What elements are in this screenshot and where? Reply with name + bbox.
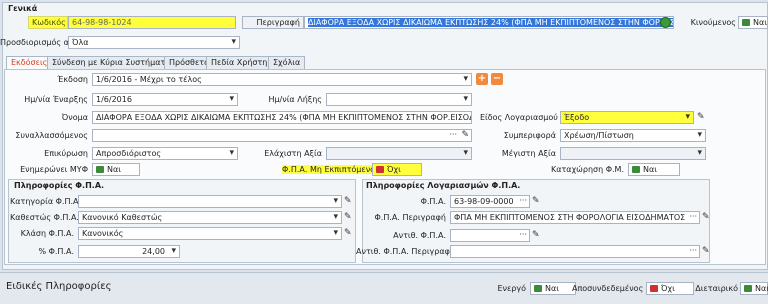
account-type-label: Είδος Λογαριασμού	[480, 113, 558, 122]
pencil-icon[interactable]: ✎	[344, 228, 352, 238]
fm-toggle[interactable]: Ναι	[628, 163, 680, 176]
pencil-icon[interactable]: ✎	[461, 130, 469, 140]
account-type-select[interactable]: Έξοδο	[560, 111, 694, 124]
behavior-label: Συμπεριφορά	[503, 131, 556, 140]
counter-vat-label: Αντιθ. Φ.Π.Α.	[393, 231, 446, 240]
thumb-down-icon	[376, 166, 384, 173]
add-edition-button[interactable]: +	[476, 73, 488, 85]
name-field[interactable]: ΔΙΑΦΟΡΑ ΕΞΟΔΑ ΧΩΡΙΣ ΔΙΚΑΙΩΜΑ ΕΚΠΤΩΣΗΣ 24…	[92, 111, 472, 124]
vat-class-select[interactable]: Κανονικός	[78, 227, 342, 240]
pencil-icon[interactable]: ✎	[702, 246, 710, 256]
vat-percent-select[interactable]: 24,00	[78, 245, 180, 258]
remove-edition-button[interactable]: −	[491, 73, 503, 85]
tab-user-fields[interactable]: Πεδία Χρήστη	[206, 56, 273, 69]
description-field[interactable]: ΔΙΑΦΟΡΑ ΕΞΟΔΑ ΧΩΡΙΣ ΔΙΚΑΙΩΜΑ ΕΚΠΤΩΣΗΣ 24…	[304, 16, 674, 29]
name-label: Όνομα	[61, 113, 88, 122]
nondeduct-toggle[interactable]: Όχι	[372, 163, 422, 176]
disconnected-toggle[interactable]: Όχι	[646, 282, 694, 295]
code-field[interactable]: 64-98-98-1024	[68, 16, 236, 29]
counter-vat-desc-field[interactable]: ···	[450, 245, 700, 258]
confirm-label: Επικύρωση	[44, 149, 88, 158]
start-date-label: Ημ/νία Έναρξης	[24, 95, 88, 104]
sign-select[interactable]: Όλα	[68, 36, 240, 49]
vat-account-label: Φ.Π.Α.	[420, 197, 446, 206]
tab-comments[interactable]: Σχόλια	[268, 56, 306, 69]
ellipsis-icon[interactable]: ···	[519, 196, 527, 206]
pencil-icon[interactable]: ✎	[697, 112, 705, 122]
vat-info-title: Πληροφορίες Φ.Π.Α.	[14, 181, 105, 190]
vat-desc-label: Φ.Π.Α. Περιγραφή	[374, 213, 446, 222]
nondeduct-label: Φ.Π.Α. Μη Εκπιπτόμενο	[282, 165, 376, 174]
min-value-field[interactable]	[326, 147, 472, 160]
vat-desc-field[interactable]: ΦΠΑ ΜΗ ΕΚΠΙΠΤΟΜΕΝΟΣ ΣΤΗ ΦΟΡΟΛΟΓΙΑ ΕΙΣΟΔΗ…	[450, 211, 700, 224]
mgmt-toggle[interactable]: Ναι	[740, 282, 768, 295]
vat-accounts-title: Πληροφορίες Λογαριασμών Φ.Π.Α.	[366, 181, 521, 190]
max-value-label: Μέγιστη Αξία	[501, 149, 556, 158]
pencil-icon[interactable]: ✎	[344, 212, 352, 222]
mgmt-label: Διεταιρικό	[695, 284, 738, 293]
min-value-label: Ελάχιστη Αξία	[264, 149, 322, 158]
common-label: Κινούμενος	[690, 18, 736, 27]
confirm-select[interactable]: Απροσδιόριστος	[92, 147, 238, 160]
counter-vat-desc-label: Αντιθ. Φ.Π.Α. Περιγραφή	[356, 247, 455, 256]
sign-label: Προσδιορισμός από	[0, 38, 79, 47]
ellipsis-icon[interactable]: ···	[689, 246, 697, 256]
pencil-icon[interactable]: ✎	[702, 212, 710, 222]
end-date-field[interactable]	[326, 93, 472, 106]
vat-account-field[interactable]: 63-98-09-0000 ···	[450, 195, 530, 208]
tab-core-systems[interactable]: Σύνδεση με Κύρια Συστήματα	[47, 56, 176, 69]
ellipsis-icon[interactable]: ···	[449, 130, 457, 140]
ellipsis-icon[interactable]: ···	[689, 212, 697, 222]
vat-percent-label: % Φ.Π.Α.	[38, 247, 74, 256]
disconnected-label: Αποσυνδεδεμένος	[572, 284, 644, 293]
partner-label: Συναλλασσόμενος	[15, 131, 88, 140]
globe-icon[interactable]	[660, 17, 671, 28]
special-info-title: Ειδικές Πληροφορίες	[6, 281, 112, 292]
counter-vat-field[interactable]: ···	[450, 229, 530, 242]
start-date-field[interactable]: 1/6/2016	[92, 93, 238, 106]
behavior-select[interactable]: Χρέωση/Πίστωση	[560, 129, 706, 142]
thumb-up-icon	[744, 285, 752, 292]
thumb-up-icon	[632, 166, 640, 173]
description-label: Περιγραφή	[242, 16, 304, 29]
edition-label: Έκδοση	[57, 75, 88, 84]
active-toggle[interactable]: Ναι	[530, 282, 576, 295]
general-title: Γενικά	[8, 4, 38, 13]
vat-class-label: Κλάση Φ.Π.Α.	[20, 229, 74, 238]
tab-versions[interactable]: Εκδόσεις	[6, 56, 53, 70]
partner-field[interactable]: ··· ✎	[92, 129, 472, 142]
thumb-down-icon	[650, 285, 658, 292]
edition-select[interactable]: 1/6/2016 - Μέχρι το τέλος	[92, 73, 472, 86]
myf-label: Ενημερώνει ΜΥΦ	[20, 165, 88, 174]
vat-category-label: Κατηγορία Φ.Π.Α.	[10, 197, 82, 206]
fm-label: Καταχώρηση Φ.Μ.	[550, 165, 624, 174]
pencil-icon[interactable]: ✎	[344, 196, 352, 206]
vat-regime-label: Καθεστώς Φ.Π.Α.	[10, 213, 79, 222]
ellipsis-icon[interactable]: ···	[519, 230, 527, 240]
vat-category-select[interactable]	[78, 195, 342, 208]
myf-toggle[interactable]: Ναι	[92, 163, 140, 176]
code-label: Κωδικός	[28, 16, 68, 29]
pencil-icon[interactable]: ✎	[532, 196, 540, 206]
common-toggle[interactable]: Ναι	[738, 16, 768, 29]
max-value-field[interactable]	[560, 147, 706, 160]
thumb-up-icon	[96, 166, 104, 173]
thumb-up-icon	[742, 19, 750, 26]
active-label: Ενεργό	[497, 284, 526, 293]
thumb-up-icon	[534, 285, 542, 292]
end-date-label: Ημ/νία Λήξης	[268, 95, 322, 104]
vat-regime-select[interactable]: Κανονικό Καθεστώς	[78, 211, 342, 224]
pencil-icon[interactable]: ✎	[532, 230, 540, 240]
